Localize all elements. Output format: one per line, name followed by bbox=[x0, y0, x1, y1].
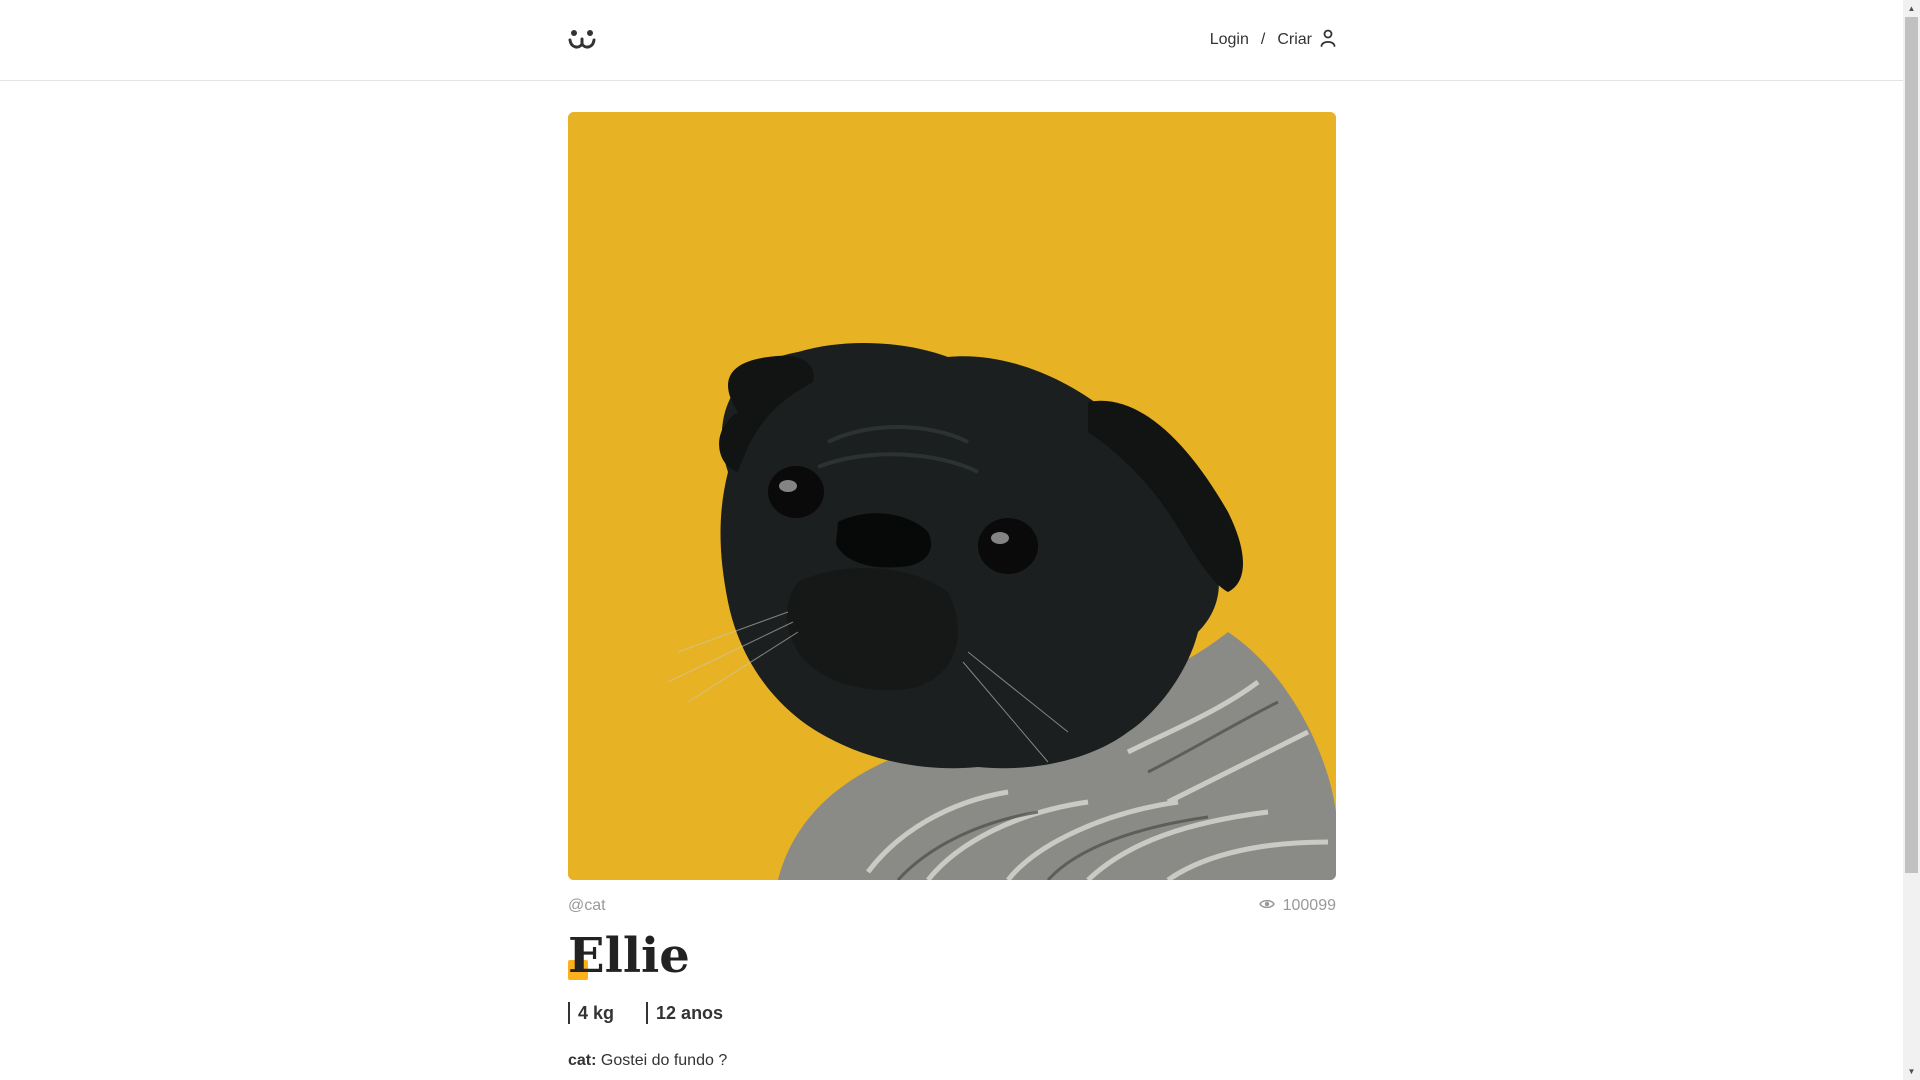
login-create-link[interactable]: Login / Criar bbox=[1210, 29, 1336, 52]
scroll-thumb[interactable] bbox=[1905, 17, 1918, 873]
pet-weight: 4 kg bbox=[568, 1002, 614, 1024]
comment-item: cat: Gostei do fundo ? bbox=[568, 1052, 1336, 1070]
scroll-up-arrow-icon[interactable]: ▲ bbox=[1903, 0, 1920, 17]
pet-age: 12 anos bbox=[646, 1002, 723, 1024]
post-meta: @cat 100099 bbox=[568, 896, 1336, 916]
comment-text: Gostei do fundo ? bbox=[600, 1052, 728, 1069]
title-wrap: Ellie bbox=[568, 928, 1336, 988]
photo-detail: @cat 100099 Ellie 4 kg 12 anos cat: Gost… bbox=[568, 112, 1336, 1070]
eye-icon bbox=[1258, 897, 1275, 915]
create-label: Criar bbox=[1277, 31, 1312, 48]
pet-attributes: 4 kg 12 anos bbox=[568, 1002, 1336, 1024]
comment-author: cat: bbox=[568, 1052, 597, 1069]
login-separator: / bbox=[1260, 31, 1266, 48]
login-label: Login bbox=[1209, 31, 1249, 48]
vertical-scrollbar[interactable]: ▲ ▼ bbox=[1903, 0, 1920, 1080]
user-icon bbox=[1320, 29, 1336, 52]
scroll-down-arrow-icon[interactable]: ▼ bbox=[1903, 1063, 1920, 1080]
views-count: 100099 bbox=[1282, 897, 1336, 914]
page: Login / Criar @cat 100099 Ellie 4 kg 12 … bbox=[0, 0, 1920, 1080]
pet-photo bbox=[568, 112, 1336, 880]
views-counter: 100099 bbox=[1258, 897, 1336, 915]
header: Login / Criar bbox=[0, 0, 1903, 81]
header-inner: Login / Criar bbox=[568, 0, 1336, 80]
author-link[interactable]: @cat bbox=[568, 897, 606, 915]
pet-name-title: Ellie bbox=[568, 928, 690, 984]
dog-logo-icon[interactable] bbox=[568, 26, 596, 54]
